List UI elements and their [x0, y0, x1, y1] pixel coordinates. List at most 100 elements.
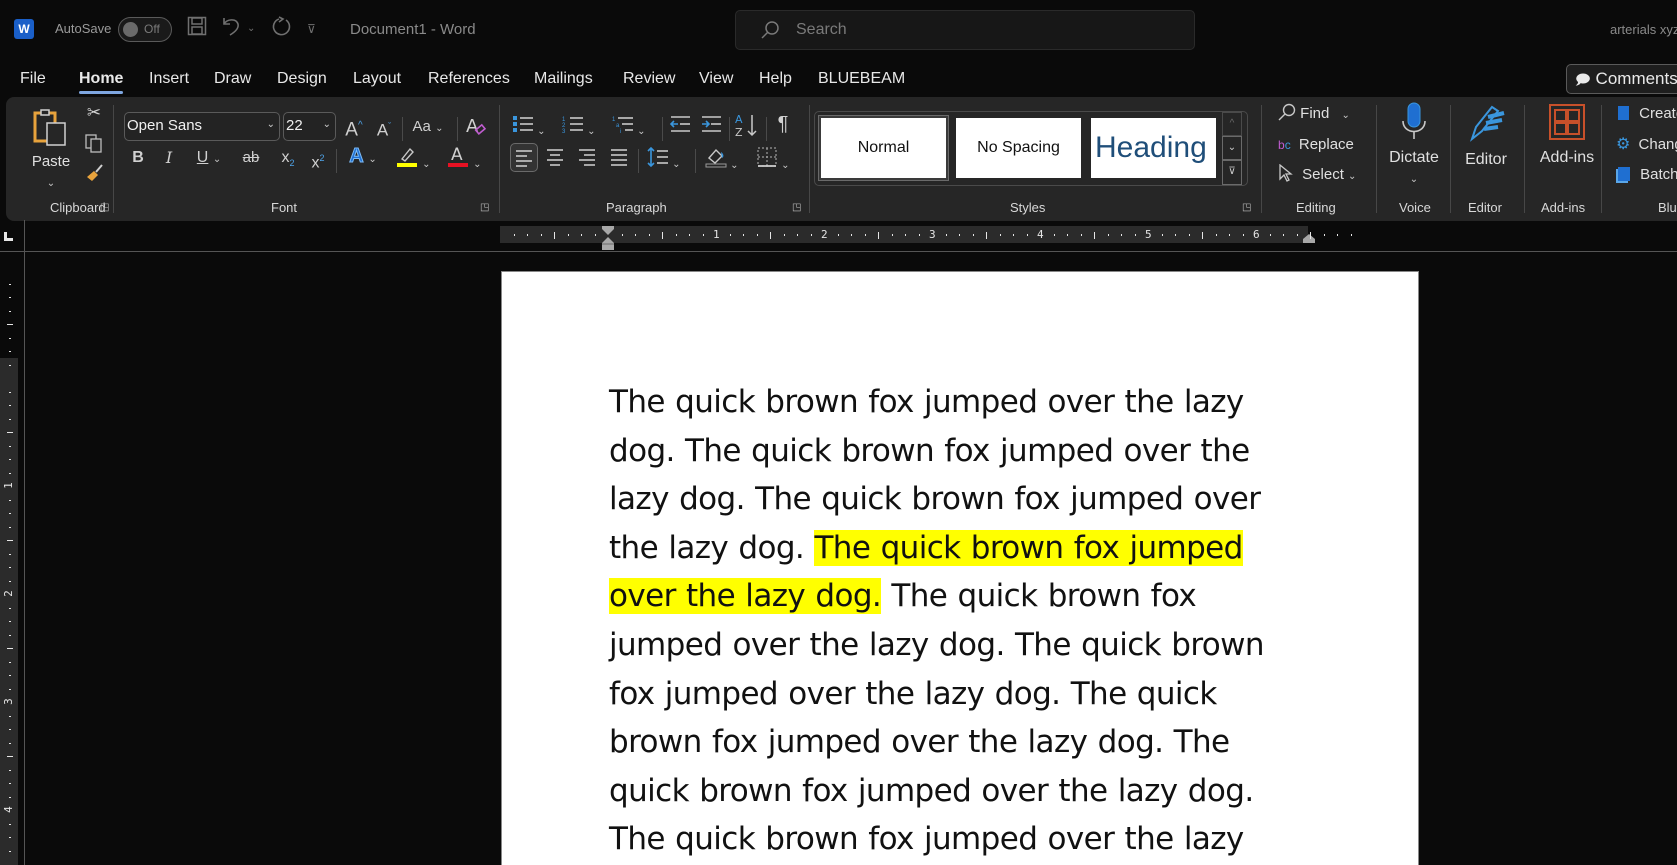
styles-more-button[interactable]: ⊽: [1222, 160, 1242, 185]
bluebeam-batch-button[interactable]: Batch PDF: [1618, 164, 1677, 186]
bluebeam-create-button[interactable]: Create PDF: [1618, 103, 1677, 125]
tab-review[interactable]: Review: [623, 70, 675, 88]
redo-icon[interactable]: [270, 16, 292, 45]
subscript-button[interactable]: x2: [277, 147, 299, 174]
ruler-number: 2: [1, 590, 15, 597]
comments-button[interactable]: 🗩 Comments: [1566, 64, 1677, 94]
ruler-tick: [1215, 234, 1217, 236]
save-icon[interactable]: [187, 16, 207, 43]
tab-draw[interactable]: Draw: [214, 70, 251, 88]
tab-help[interactable]: Help: [759, 70, 792, 88]
ruler-tick: [1094, 231, 1095, 239]
underline-button[interactable]: U ⌄: [189, 147, 229, 171]
customize-toolbar-icon[interactable]: ⊽: [307, 16, 316, 42]
select-button[interactable]: Select ⌄: [1278, 163, 1368, 188]
tab-bluebeam[interactable]: BLUEBEAM: [818, 70, 905, 88]
line-spacing-button[interactable]: ⌄: [644, 146, 684, 176]
font-launcher-icon[interactable]: ◳: [480, 203, 490, 213]
shading-button[interactable]: ⌄: [701, 146, 743, 177]
replace-button[interactable]: bc Replace: [1278, 134, 1368, 156]
tab-insert[interactable]: Insert: [149, 70, 189, 88]
align-left-button[interactable]: [510, 143, 538, 172]
autosave-toggle[interactable]: Off: [118, 17, 172, 42]
chevron-down-icon[interactable]: ⌄: [323, 119, 331, 130]
font-name-box[interactable]: ⌄: [124, 112, 280, 141]
tab-stop-selector[interactable]: [4, 232, 13, 241]
font-name-input[interactable]: [127, 117, 247, 134]
dictate-button[interactable]: Dictate ⌄: [1384, 101, 1444, 191]
multilevel-list-button[interactable]: 1ai ⌄: [609, 114, 649, 143]
align-center-button[interactable]: [543, 147, 567, 173]
tab-references[interactable]: References: [428, 70, 510, 88]
undo-icon[interactable]: [220, 16, 242, 43]
addins-button[interactable]: Add-ins: [1532, 103, 1602, 169]
highlight-color-button[interactable]: ⌄: [392, 145, 436, 176]
find-button[interactable]: Find ⌄: [1278, 103, 1368, 127]
superscript-button[interactable]: x2: [307, 147, 329, 174]
ruler-tick: [1229, 234, 1230, 236]
bluebeam-change-settings-button[interactable]: ⚙ Change Settings: [1616, 134, 1677, 156]
ruler-tick: [567, 234, 569, 236]
tab-layout[interactable]: Layout: [353, 70, 401, 88]
ruler-tick: [1350, 234, 1352, 236]
ruler-tick: [675, 234, 677, 236]
show-formatting-button[interactable]: ¶: [772, 113, 794, 135]
tab-mailings[interactable]: Mailings: [534, 70, 593, 88]
search-box[interactable]: [735, 10, 1195, 50]
sort-button[interactable]: AZ: [735, 112, 759, 144]
tab-home[interactable]: Home: [79, 70, 124, 94]
bold-button[interactable]: B: [128, 147, 148, 169]
chevron-down-icon[interactable]: ⌄: [267, 119, 275, 130]
text-effects-button[interactable]: A ⌄: [343, 145, 383, 171]
italic-button[interactable]: I: [159, 147, 179, 169]
text-effects-icon: A: [349, 145, 364, 168]
align-right-button[interactable]: [575, 147, 599, 173]
right-indent-marker[interactable]: [1302, 234, 1316, 244]
styles-launcher-icon[interactable]: ◳: [1242, 203, 1252, 213]
grow-font-button[interactable]: A^: [342, 115, 366, 141]
font-color-button[interactable]: A ⌄: [443, 145, 487, 176]
shrink-font-button[interactable]: Aˇ: [372, 115, 396, 142]
format-painter-button[interactable]: [83, 163, 105, 189]
font-size-box[interactable]: ⌄: [283, 112, 336, 141]
decrease-indent-button[interactable]: [668, 114, 692, 140]
change-case-button[interactable]: Aa ⌄: [408, 116, 448, 140]
paste-button[interactable]: Paste ⌄: [28, 107, 74, 189]
strikethrough-button[interactable]: ab: [239, 147, 263, 169]
font-size-input[interactable]: [286, 117, 318, 134]
ruler-tick: [9, 337, 11, 339]
tab-view[interactable]: View: [699, 70, 733, 88]
ruler-tick: [1026, 234, 1028, 236]
tab-design[interactable]: Design: [277, 70, 327, 88]
document-body[interactable]: The quick brown fox jumped over the lazy…: [609, 378, 1309, 864]
style-heading-1[interactable]: Heading 1: [1091, 118, 1216, 178]
justify-button[interactable]: [607, 147, 631, 173]
style-heading-1-label: Heading 1: [1095, 131, 1216, 164]
ruler-tick: [9, 742, 11, 744]
increase-indent-button[interactable]: [699, 114, 723, 140]
paragraph-launcher-icon[interactable]: ◳: [792, 203, 802, 213]
editor-button[interactable]: Editor: [1456, 103, 1516, 171]
paste-dropdown-icon: ⌄: [46, 178, 56, 189]
styles-scroll-down-button[interactable]: ⌄: [1222, 136, 1242, 160]
ruler-tick: [1053, 234, 1055, 236]
scissors-icon: ✂: [86, 103, 102, 122]
style-no-spacing[interactable]: No Spacing: [956, 118, 1081, 178]
first-line-indent-marker[interactable]: [601, 225, 615, 251]
tab-file[interactable]: File: [20, 70, 46, 88]
undo-dropdown-icon[interactable]: ⌄: [247, 16, 255, 42]
borders-button[interactable]: ⌄: [752, 146, 794, 177]
styles-scroll-up-button[interactable]: ^: [1222, 112, 1242, 136]
style-normal[interactable]: Normal: [819, 116, 948, 180]
copy-button[interactable]: [83, 133, 105, 159]
account-name[interactable]: arterials xyz: [1610, 22, 1677, 37]
clear-formatting-button[interactable]: A: [464, 114, 488, 144]
clipboard-launcher-icon[interactable]: ◳: [100, 203, 110, 213]
search-input[interactable]: [796, 19, 1176, 41]
numbering-button[interactable]: 123 ⌄: [559, 114, 599, 143]
italic-icon: I: [165, 148, 173, 167]
bullets-button[interactable]: ⌄: [509, 114, 549, 143]
cut-button[interactable]: ✂: [83, 102, 105, 124]
document-page[interactable]: The quick brown fox jumped over the lazy…: [501, 271, 1419, 865]
ruler-number: 4: [1, 806, 15, 813]
